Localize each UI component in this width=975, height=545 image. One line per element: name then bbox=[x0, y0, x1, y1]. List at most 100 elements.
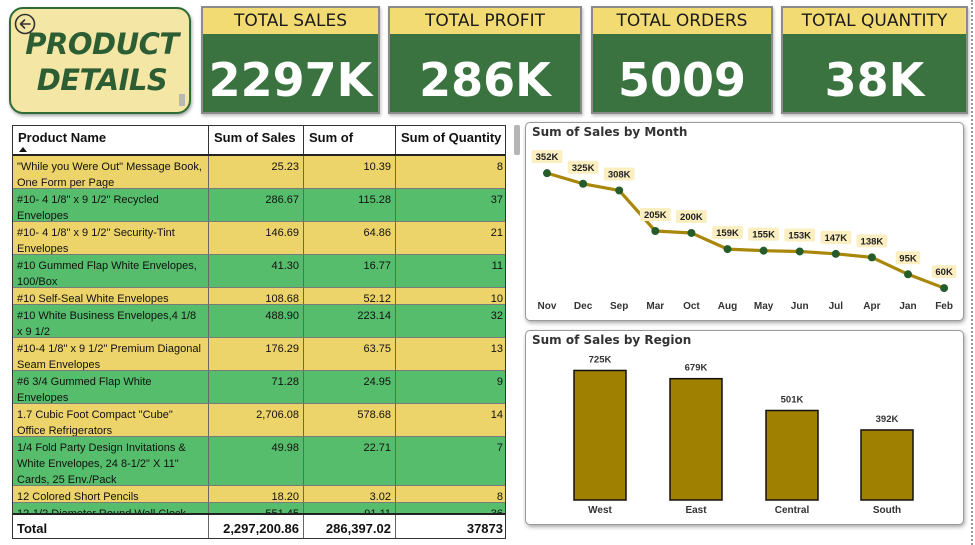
table-total-row: Total 2,297,200.86 286,397.02 37873 bbox=[13, 513, 505, 538]
table-body[interactable]: "While you Were Out" Message Book, One F… bbox=[13, 156, 505, 513]
page-title-line-2: DETAILS bbox=[36, 63, 168, 97]
cell-sales: 551.45 bbox=[209, 503, 304, 513]
column-header-label: Sum of Sales bbox=[214, 130, 296, 145]
cell-profit: 10.39 bbox=[304, 156, 396, 188]
cell-product-name: #10-4 1/8" x 9 1/2" Premium Diagonal Sea… bbox=[13, 338, 209, 370]
cell-profit: 52.12 bbox=[304, 288, 396, 304]
x-tick-label: Central bbox=[775, 505, 810, 516]
column-header-quantity[interactable]: Sum of Quantity bbox=[396, 126, 505, 154]
cell-quantity: 8 bbox=[496, 491, 503, 502]
page-title: PRODUCT DETAILS bbox=[11, 26, 193, 98]
data-point bbox=[723, 245, 732, 254]
total-quantity: 37873 bbox=[466, 521, 503, 536]
cell-sales: 108.68 bbox=[209, 288, 304, 304]
cell-product-name: #6 3/4 Gummed Flap White Envelopes bbox=[13, 371, 209, 403]
kpi-total-quantity: TOTAL QUANTITY 38K bbox=[781, 6, 968, 114]
column-header-label: Sum of Quantity bbox=[401, 130, 502, 145]
table-row[interactable]: "While you Were Out" Message Book, One F… bbox=[13, 156, 505, 189]
table-row[interactable]: 12-1/2 Diameter Round Wall Clock551.4591… bbox=[13, 503, 505, 513]
kpi-value: 2297K bbox=[208, 53, 373, 107]
x-tick-label: Jul bbox=[829, 301, 844, 312]
cell-quantity: 37 bbox=[490, 194, 503, 206]
cell-quantity: 7 bbox=[496, 442, 503, 454]
table-row[interactable]: #10- 4 1/8" x 9 1/2" Security-Tint Envel… bbox=[13, 222, 505, 255]
data-point bbox=[687, 228, 696, 237]
data-label: 138K bbox=[861, 236, 884, 247]
x-tick-label: Aug bbox=[718, 301, 737, 312]
data-point bbox=[904, 270, 912, 279]
cell-profit: 3.02 bbox=[304, 486, 396, 502]
x-tick-label: Jun bbox=[791, 301, 809, 312]
table-row[interactable]: 1/4 Fold Party Design Invitations & Whit… bbox=[13, 437, 505, 486]
x-tick-label: West bbox=[588, 505, 612, 516]
cell-quantity: 14 bbox=[490, 409, 503, 421]
x-tick-label: Sep bbox=[610, 301, 628, 312]
resize-handle[interactable] bbox=[179, 94, 185, 106]
cell-profit: 22.71 bbox=[304, 437, 396, 485]
bar bbox=[860, 429, 914, 501]
cell-quantity: 32 bbox=[490, 310, 503, 322]
table-row[interactable]: #10 Gummed Flap White Envelopes, 100/Box… bbox=[13, 255, 505, 288]
cell-sales: 49.98 bbox=[209, 437, 304, 485]
data-label: 679K bbox=[685, 363, 708, 374]
table-row[interactable]: #10- 4 1/8" x 9 1/2" Recycled Envelopes 2… bbox=[13, 189, 505, 222]
cell-sales: 18.20 bbox=[209, 486, 304, 502]
data-point bbox=[795, 247, 804, 256]
cell-quantity: 13 bbox=[490, 343, 503, 355]
cell-sales: 176.29 bbox=[209, 338, 304, 370]
data-label: 352K bbox=[536, 152, 559, 163]
kpi-value: 286K bbox=[419, 53, 551, 107]
cell-sales: 41.30 bbox=[209, 255, 304, 287]
cell-quantity: 36 bbox=[396, 503, 505, 513]
data-label: 147K bbox=[824, 233, 847, 244]
table-row[interactable]: #6 3/4 Gummed Flap White Envelopes 71.28 2… bbox=[13, 371, 505, 404]
column-header-sales[interactable]: Sum of Sales bbox=[209, 126, 304, 154]
cell-sales: 146.69 bbox=[209, 222, 304, 254]
cell-quantity: 11 bbox=[491, 260, 503, 272]
cell-profit: 223.14 bbox=[304, 305, 396, 337]
data-point bbox=[867, 253, 876, 262]
table-row[interactable]: #10 Self-Seal White Envelopes 108.68 52.12… bbox=[13, 288, 505, 305]
cell-sales: 25.23 bbox=[209, 156, 304, 188]
page-title-line-1: PRODUCT bbox=[25, 27, 179, 61]
data-point bbox=[543, 169, 551, 178]
table-header: Product Name Sum of Sales Sum of Profit … bbox=[13, 126, 505, 169]
kpi-label: TOTAL PROFIT bbox=[390, 8, 580, 34]
table-row[interactable]: #10 White Business Envelopes,4 1/8 x 9 1… bbox=[13, 305, 505, 338]
table-row[interactable]: #10-4 1/8" x 9 1/2" Premium Diagonal Sea… bbox=[13, 338, 505, 371]
x-tick-label: Jan bbox=[899, 301, 916, 312]
series-line bbox=[546, 171, 945, 290]
cell-product-name: 12-1/2 Diameter Round Wall Clock bbox=[13, 503, 209, 513]
table-row[interactable]: 12 Colored Short Pencils 18.20 3.02 8 bbox=[13, 486, 505, 503]
x-tick-label: East bbox=[685, 505, 707, 516]
data-point bbox=[579, 179, 588, 188]
cell-profit: 64.86 bbox=[304, 222, 396, 254]
cell-profit: 115.28 bbox=[304, 189, 396, 221]
page-edge-divider bbox=[971, 0, 973, 545]
column-header-profit[interactable]: Sum of Profit bbox=[304, 126, 396, 169]
column-header-product-name[interactable]: Product Name bbox=[13, 126, 209, 154]
data-label: 60K bbox=[935, 267, 953, 278]
bar bbox=[765, 409, 819, 501]
cell-quantity: 8 bbox=[496, 161, 503, 173]
data-label: 153K bbox=[788, 230, 811, 241]
kpi-total-sales: TOTAL SALES 2297K bbox=[201, 6, 380, 114]
total-label: Total bbox=[13, 515, 209, 538]
total-sales: 2,297,200.86 bbox=[209, 515, 304, 538]
cell-profit: 91.11 bbox=[304, 503, 396, 513]
sort-ascending-icon[interactable] bbox=[19, 147, 27, 152]
table-row[interactable]: 1.7 Cubic Foot Compact "Cube" Office Ref… bbox=[13, 404, 505, 437]
cell-product-name: #10 Self-Seal White Envelopes bbox=[13, 288, 209, 304]
data-label: 308K bbox=[608, 169, 631, 180]
kpi-label: TOTAL QUANTITY bbox=[783, 8, 966, 34]
cell-quantity: 9 bbox=[496, 376, 503, 388]
cell-profit: 578.68 bbox=[304, 404, 396, 436]
data-label: 325K bbox=[572, 163, 595, 174]
cell-sales: 2,706.08 bbox=[209, 404, 304, 436]
cell-sales: 286.67 bbox=[209, 189, 304, 221]
table-scrollbar[interactable] bbox=[514, 125, 520, 155]
data-point bbox=[940, 284, 949, 293]
dashboard: PRODUCT DETAILS TOTAL SALES 2297K TOTAL … bbox=[0, 0, 975, 545]
line-chart: 352K Nov 325K Dec 308K Sep 205K Mar 200K Oct 159K A… bbox=[531, 150, 957, 312]
data-label: 725K bbox=[589, 354, 612, 365]
